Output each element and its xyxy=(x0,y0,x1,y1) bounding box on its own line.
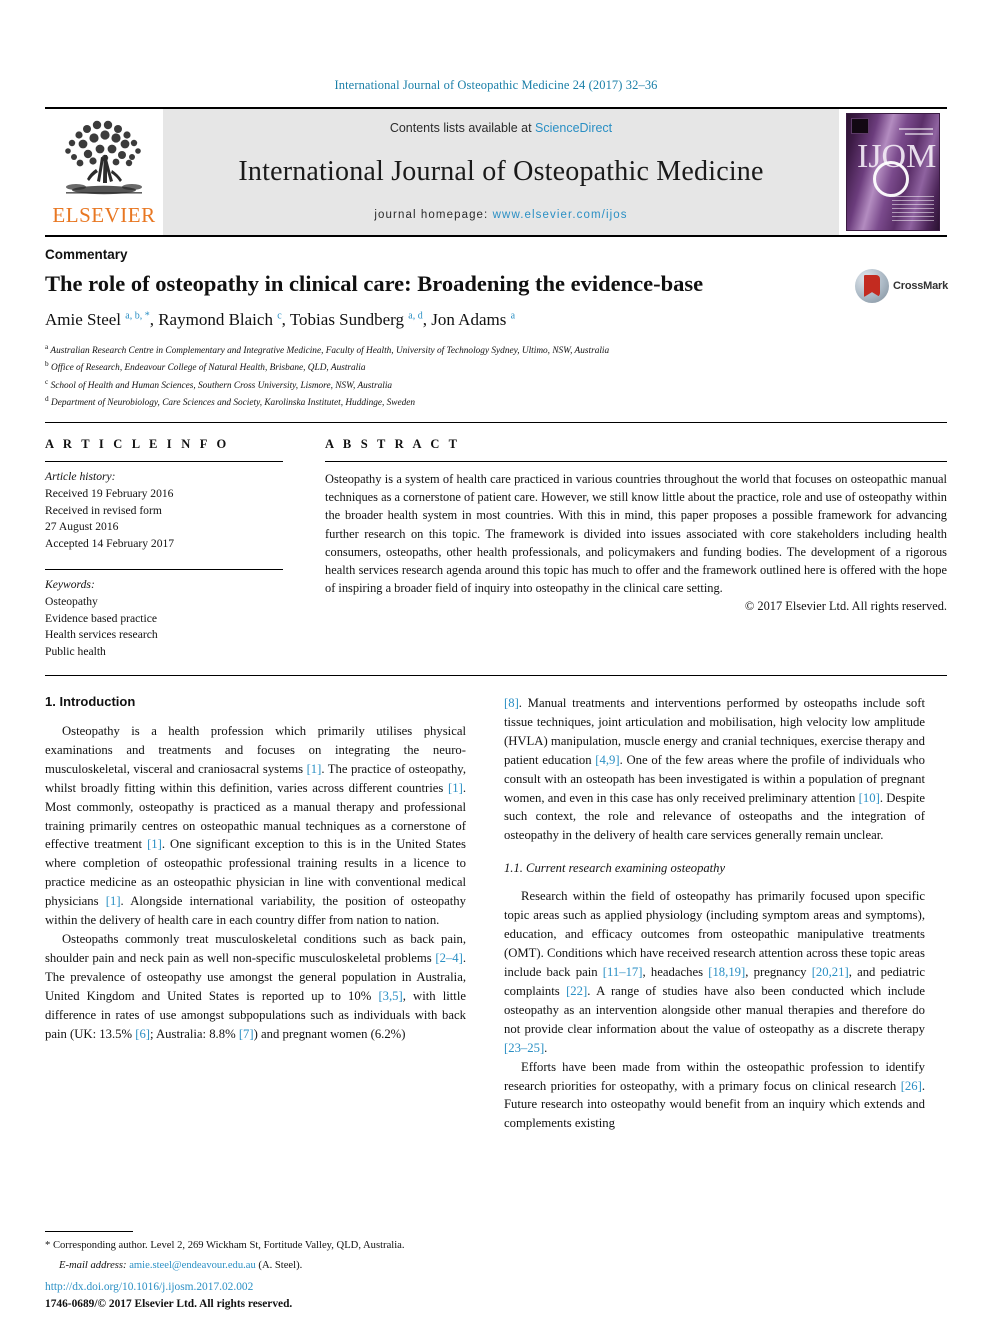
affiliation-text: Department of Neurobiology, Care Science… xyxy=(50,397,416,408)
left-body-column: 1. Introduction Osteopathy is a health p… xyxy=(45,694,466,1133)
doi-link[interactable]: http://dx.doi.org/10.1016/j.ijosm.2017.0… xyxy=(45,1279,475,1296)
keyword-item: Osteopathy xyxy=(45,594,98,608)
article-type-label: Commentary xyxy=(45,247,128,262)
citation-ref[interactable]: [8] xyxy=(504,696,519,710)
elsevier-wordmark: ELSEVIER xyxy=(52,203,156,227)
right-body-column: [8]. Manual treatments and interventions… xyxy=(504,694,925,1133)
affiliation-item: b Office of Research, Endeavour College … xyxy=(45,358,947,375)
affiliation-item: c School of Health and Human Sciences, S… xyxy=(45,376,947,393)
citation-ref[interactable]: [4,9] xyxy=(595,753,619,767)
affiliation-marker: b xyxy=(45,359,49,369)
elsevier-tree-icon xyxy=(65,120,142,195)
citation-ref[interactable]: [3,5] xyxy=(378,989,402,1003)
article-info-column: A R T I C L E I N F O Article history: R… xyxy=(45,437,283,661)
author-list: Amie Steel a, b, *, Raymond Blaich c, To… xyxy=(45,310,516,330)
sciencedirect-link[interactable]: ScienceDirect xyxy=(535,121,612,135)
abstract-label: A B S T R A C T xyxy=(325,436,461,451)
article-history-line: 27 August 2016 xyxy=(45,520,119,534)
running-head: International Journal of Osteopathic Med… xyxy=(334,78,658,92)
affiliation-marker: a xyxy=(45,342,49,352)
article-history-line: Received 19 February 2016 xyxy=(45,486,174,500)
section-heading-introduction: 1. Introduction xyxy=(45,693,136,709)
homepage-prefix: journal homepage: xyxy=(374,209,493,221)
journal-band: Contents lists available at ScienceDirec… xyxy=(163,109,839,235)
citation-ref[interactable]: [26] xyxy=(901,1079,922,1093)
affiliation-marker: d xyxy=(45,393,49,403)
affiliation-text: Australian Research Centre in Complement… xyxy=(50,346,610,357)
citation-ref[interactable]: [18,19] xyxy=(708,965,745,979)
email-link[interactable]: amie.steel@endeavour.edu.au xyxy=(129,1260,256,1271)
crossmark-icon xyxy=(855,269,889,303)
article-history-label: Article history: xyxy=(45,469,116,483)
journal-homepage-link[interactable]: www.elsevier.com/ijos xyxy=(493,209,628,221)
crossmark-badge[interactable]: CrossMark xyxy=(855,261,949,311)
body-paragraph: Osteopaths commonly treat musculoskeleta… xyxy=(45,932,466,1041)
footnote-rule xyxy=(45,1230,133,1232)
body-paragraph: Research within the field of osteopathy … xyxy=(504,889,925,1055)
article-history-line: Accepted 14 February 2017 xyxy=(45,537,175,551)
affiliation-marker: c xyxy=(45,376,49,386)
affiliation-text: Office of Research, Endeavour College of… xyxy=(50,363,366,374)
citation-ref[interactable]: [20,21] xyxy=(812,965,849,979)
doi-block: http://dx.doi.org/10.1016/j.ijosm.2017.0… xyxy=(45,1279,475,1313)
citation-ref[interactable]: [7] xyxy=(239,1027,254,1041)
citation-ref[interactable]: [1] xyxy=(106,894,121,908)
issn-copyright-line: 1746-0689/© 2017 Elsevier Ltd. All right… xyxy=(45,1297,293,1310)
affiliation-list: a Australian Research Centre in Compleme… xyxy=(45,341,947,410)
citation-ref[interactable]: [22] xyxy=(566,984,587,998)
citation-ref[interactable]: [6] xyxy=(135,1027,150,1041)
abstract-text: Osteopathy is a system of health care pr… xyxy=(325,471,947,596)
cover-top-line-1 xyxy=(899,128,933,130)
citation-ref[interactable]: [11–17] xyxy=(603,965,643,979)
keywords-block: Keywords: Osteopathy Evidence based prac… xyxy=(45,570,283,661)
cover-top-line-2 xyxy=(905,133,933,135)
keyword-item: Health services research xyxy=(45,628,158,642)
corresponding-author-note: * Corresponding author. Level 2, 269 Wic… xyxy=(45,1239,405,1251)
contents-prefix: Contents lists available at xyxy=(389,121,536,135)
info-abstract-section: A R T I C L E I N F O Article history: R… xyxy=(45,421,947,661)
affiliation-item: a Australian Research Centre in Compleme… xyxy=(45,341,947,358)
abstract-column: A B S T R A C T Osteopathy is a system o… xyxy=(325,437,947,661)
crossmark-label: CrossMark xyxy=(893,280,949,292)
body-columns: 1. Introduction Osteopathy is a health p… xyxy=(45,674,947,1133)
article-history-block: Article history: Received 19 February 20… xyxy=(45,462,283,553)
article-page: International Journal of Osteopathic Med… xyxy=(0,0,992,1323)
keyword-item: Evidence based practice xyxy=(45,611,158,625)
cover-ring-icon xyxy=(873,161,909,197)
affiliation-item: d Department of Neurobiology, Care Scien… xyxy=(45,393,947,410)
journal-masthead: ELSEVIER Contents lists available at Sci… xyxy=(45,107,947,235)
contents-line: Contents lists available at ScienceDirec… xyxy=(390,121,612,135)
citation-ref[interactable]: [10] xyxy=(859,791,880,805)
journal-cover-image: IJOM xyxy=(846,113,940,231)
body-paragraph: Efforts have been made from within the o… xyxy=(504,1059,925,1131)
citation-ref[interactable]: [1] xyxy=(147,837,162,851)
keywords-label: Keywords: xyxy=(45,577,95,591)
page-title: The role of osteopathy in clinical care:… xyxy=(45,271,704,296)
abstract-copyright: © 2017 Elsevier Ltd. All rights reserved… xyxy=(744,598,947,613)
affiliation-text: School of Health and Human Sciences, Sou… xyxy=(50,380,393,391)
footnote-area: * Corresponding author. Level 2, 269 Wic… xyxy=(45,1230,466,1271)
email-line: E-mail address: amie.steel@endeavour.edu… xyxy=(45,1260,466,1271)
citation-ref[interactable]: [1] xyxy=(307,762,322,776)
cover-logo-box xyxy=(851,118,869,134)
keyword-item: Public health xyxy=(45,645,106,659)
citation-ref[interactable]: [2–4] xyxy=(435,951,462,965)
citation-ref[interactable]: [23–25] xyxy=(504,1041,544,1055)
article-info-label: A R T I C L E I N F O xyxy=(45,436,230,451)
cover-bottom-lines xyxy=(892,196,934,222)
article-history-line: Received in revised form xyxy=(45,503,162,517)
body-paragraph: [8]. Manual treatments and interventions… xyxy=(504,695,925,843)
journal-title: International Journal of Osteopathic Med… xyxy=(238,156,764,187)
citation-ref[interactable]: [1] xyxy=(448,781,463,795)
elsevier-logo-block: ELSEVIER xyxy=(45,109,163,235)
article-header: Commentary The role of osteopathy in cli… xyxy=(45,235,949,410)
journal-homepage-line: journal homepage: www.elsevier.com/ijos xyxy=(374,209,627,221)
email-label: E-mail address: xyxy=(59,1260,127,1271)
journal-cover-block: IJOM xyxy=(839,109,947,235)
body-paragraph: Osteopathy is a health profession which … xyxy=(45,723,466,928)
email-suffix: (A. Steel). xyxy=(258,1260,303,1271)
subsection-heading-current-research: 1.1. Current research examining osteopat… xyxy=(504,861,726,876)
